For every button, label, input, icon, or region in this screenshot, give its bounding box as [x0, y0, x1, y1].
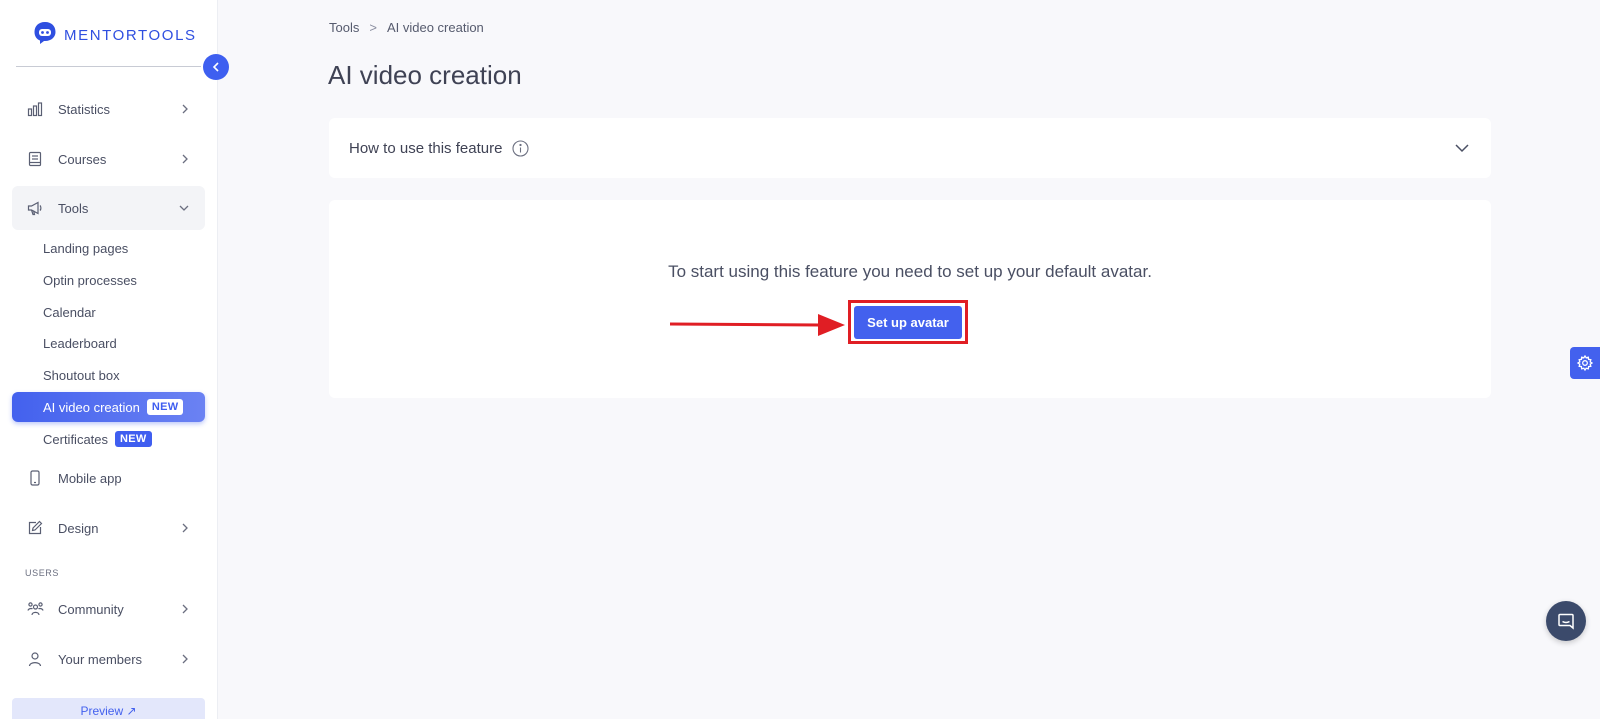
preview-button[interactable]: Preview ↗ — [12, 698, 205, 719]
megaphone-icon — [26, 199, 44, 217]
breadcrumb-separator: > — [369, 20, 377, 35]
sidebar-item-label: Statistics — [58, 101, 111, 117]
annotation-arrow — [670, 314, 845, 336]
accordion-label: How to use this feature — [349, 139, 503, 157]
sidebar-item-label: Mobile app — [58, 470, 122, 486]
section-label-users: USERS — [25, 568, 60, 578]
sidebar-subitem-label: Landing pages — [43, 240, 129, 256]
chevron-right-icon — [181, 154, 189, 164]
sidebar-subitem-leaderboard[interactable]: Leaderboard — [12, 328, 205, 358]
community-icon — [26, 600, 44, 618]
sidebar-subitem-landing-pages[interactable]: Landing pages — [12, 233, 205, 263]
sidebar-subitem-label: Calendar — [43, 304, 96, 320]
sidebar-item-your-members[interactable]: Your members — [12, 637, 205, 681]
chat-launcher-button[interactable] — [1546, 601, 1586, 641]
sidebar: MENTORTOOLS Statistics Courses Tools Lan… — [0, 0, 218, 719]
sidebar-subitem-ai-video-creation[interactable]: AI video creation NEW — [12, 392, 205, 422]
phone-icon — [26, 469, 44, 487]
sidebar-divider — [16, 66, 201, 67]
book-icon — [26, 150, 44, 168]
how-to-use-accordion[interactable]: How to use this feature — [329, 118, 1491, 178]
breadcrumb: Tools > AI video creation — [329, 20, 484, 35]
new-badge: NEW — [115, 431, 152, 447]
sidebar-subitem-label: Leaderboard — [43, 335, 117, 351]
sidebar-item-label: Your members — [58, 651, 143, 667]
bar-chart-icon — [26, 100, 44, 118]
info-icon[interactable] — [512, 139, 529, 157]
setup-message: To start using this feature you need to … — [668, 262, 1152, 281]
chat-icon — [1557, 612, 1575, 630]
sidebar-item-label: Community — [58, 601, 124, 617]
user-icon — [26, 650, 44, 668]
gear-icon — [1577, 355, 1593, 371]
chevron-right-icon — [181, 104, 189, 114]
chevron-down-icon — [179, 204, 189, 212]
sidebar-item-courses[interactable]: Courses — [12, 137, 205, 181]
new-badge: NEW — [146, 399, 184, 415]
sidebar-subitem-label: Shoutout box — [43, 367, 120, 383]
sidebar-subitem-label: Certificates — [43, 431, 109, 447]
chevron-right-icon — [181, 523, 189, 533]
sidebar-item-tools[interactable]: Tools — [12, 186, 205, 230]
sidebar-subitem-label: Optin processes — [43, 272, 137, 288]
sidebar-item-community[interactable]: Community — [12, 587, 205, 631]
chevron-right-icon — [181, 604, 189, 614]
sidebar-subitem-calendar[interactable]: Calendar — [12, 297, 205, 327]
brand-logo[interactable]: MENTORTOOLS — [32, 20, 197, 51]
sidebar-item-label: Courses — [58, 151, 107, 167]
pencil-icon — [26, 519, 44, 537]
sidebar-subitem-certificates[interactable]: Certificates NEW — [12, 424, 205, 454]
chevron-down-icon[interactable] — [1455, 144, 1469, 153]
breadcrumb-current: AI video creation — [386, 20, 484, 35]
breadcrumb-link-tools[interactable]: Tools — [329, 20, 359, 35]
sidebar-item-design[interactable]: Design — [12, 506, 205, 550]
set-up-avatar-button[interactable]: Set up avatar — [854, 305, 962, 339]
page-title: AI video creation — [328, 60, 522, 90]
sidebar-subitem-optin-processes[interactable]: Optin processes — [12, 265, 205, 295]
sidebar-subitem-label: AI video creation — [43, 399, 140, 415]
settings-tab-button[interactable] — [1570, 347, 1600, 379]
avatar-setup-card: To start using this feature you need to … — [329, 200, 1491, 398]
sidebar-item-statistics[interactable]: Statistics — [12, 87, 205, 131]
collapse-sidebar-button[interactable] — [203, 54, 229, 80]
chevron-left-icon — [212, 62, 220, 72]
cta-highlight-frame: Set up avatar — [848, 300, 968, 344]
sidebar-item-mobile-app[interactable]: Mobile app — [12, 456, 205, 500]
brand-name: MENTORTOOLS — [64, 27, 197, 44]
sidebar-item-label: Design — [58, 520, 99, 536]
chevron-right-icon — [181, 654, 189, 664]
sidebar-subitem-shoutout-box[interactable]: Shoutout box — [12, 360, 205, 390]
robot-logo-icon — [32, 20, 58, 51]
sidebar-item-label: Tools — [58, 200, 89, 216]
